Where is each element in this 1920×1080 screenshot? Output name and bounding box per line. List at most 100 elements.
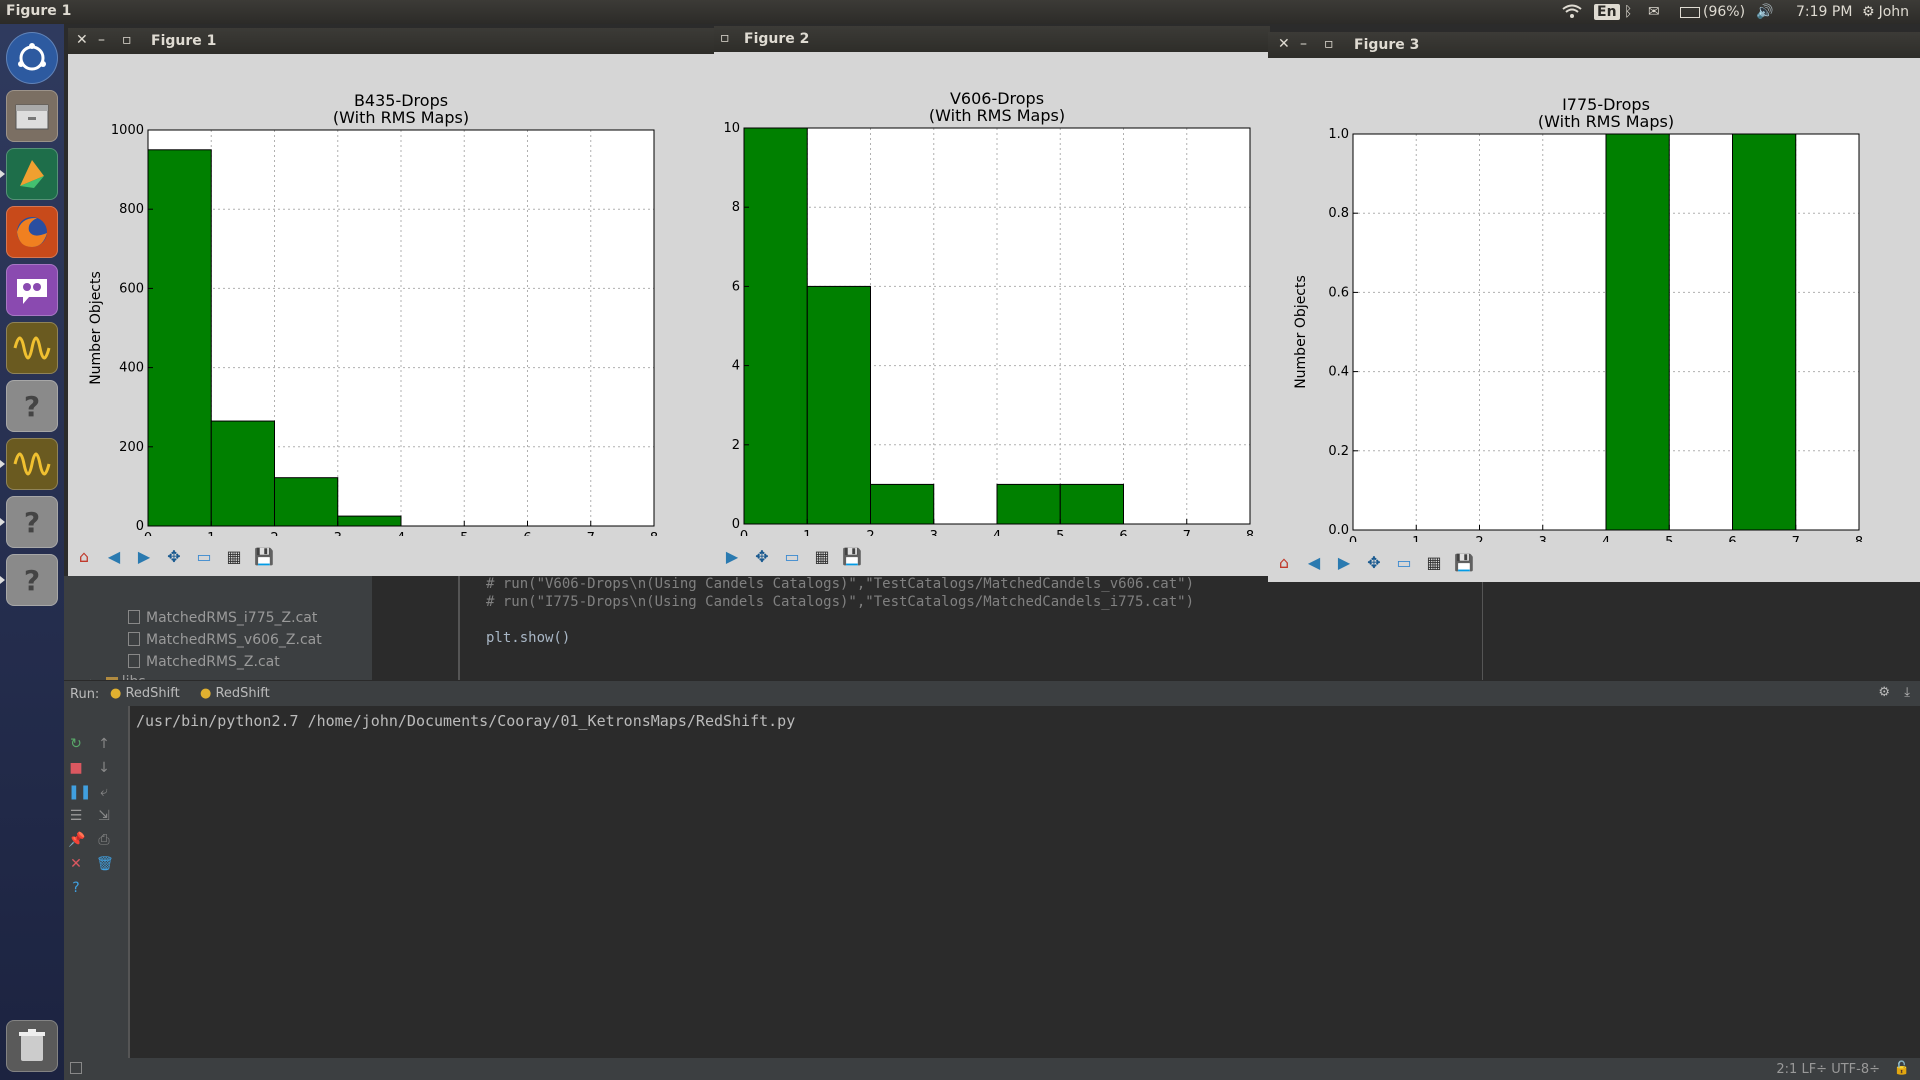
- code-editor[interactable]: # run("V606-Drops\n(Using Candels Catalo…: [372, 576, 1920, 692]
- arrow-up-icon[interactable]: ↑: [96, 736, 112, 752]
- trash-icon[interactable]: [6, 1020, 58, 1072]
- chart-subtitle: (With RMS Maps): [1538, 112, 1674, 131]
- scroll-to-end-icon[interactable]: ⇲: [96, 808, 112, 824]
- hide-panel-icon[interactable]: ⤓: [1904, 685, 1910, 700]
- home-icon[interactable]: ⌂: [72, 544, 96, 568]
- clear-all-icon[interactable]: 🗑: [96, 856, 114, 872]
- figure-window-3[interactable]: ✕ – ▫ Figure 3 0 1 2 3 4 5 6 7 8 0.0 0.2 0.4 0.6 0.8 1…: [1268, 32, 1920, 582]
- x-tick-label: 4: [1602, 535, 1610, 542]
- dash-icon[interactable]: [6, 32, 58, 84]
- x-tick-label: 5: [460, 531, 468, 536]
- zoom-icon[interactable]: ▭: [1392, 550, 1416, 574]
- y-axis-label: Number Objects: [88, 271, 104, 385]
- x-tick-label: 7: [1792, 535, 1800, 542]
- y-tick-label: 800: [119, 202, 144, 217]
- maximize-icon[interactable]: ▫: [720, 30, 730, 46]
- save-icon[interactable]: 💾: [840, 544, 864, 568]
- mail-icon[interactable]: ✉: [1648, 0, 1660, 24]
- unknown-app-icon[interactable]: ?: [6, 380, 58, 432]
- zoom-icon[interactable]: ▭: [192, 544, 216, 568]
- code-line: # run("V606-Drops\n(Using Candels Catalo…: [486, 576, 1195, 592]
- help-icon[interactable]: ?: [68, 880, 84, 896]
- x-tick-label: 8: [1855, 535, 1863, 542]
- session-menu[interactable]: ⚙ John: [1862, 0, 1909, 24]
- forward-icon[interactable]: ▶: [132, 544, 156, 568]
- minimize-icon[interactable]: –: [98, 32, 105, 48]
- unknown-app-icon-2[interactable]: ?: [0, 496, 58, 548]
- wifi-icon[interactable]: [1562, 0, 1582, 24]
- y-tick-label: 0: [732, 517, 740, 532]
- file-item[interactable]: MatchedRMS_v606_Z.cat: [128, 632, 322, 648]
- run-console[interactable]: /usr/bin/python2.7 /home/john/Documents/…: [128, 706, 1920, 1058]
- gear-icon[interactable]: ⚙: [1878, 685, 1890, 700]
- pidgin-icon[interactable]: [6, 264, 58, 316]
- firefox-icon[interactable]: [6, 206, 58, 258]
- lock-icon[interactable]: 🔓: [1894, 1061, 1910, 1076]
- project-panel: MatchedRMS_i775_Z.cat MatchedRMS_v606_Z.…: [64, 576, 372, 692]
- active-window-title: Figure 1: [6, 3, 72, 19]
- pan-icon[interactable]: ✥: [162, 544, 186, 568]
- x-tick-label: 7: [587, 531, 595, 536]
- save-icon[interactable]: 💾: [252, 544, 276, 568]
- y-axis-label: Number Objects: [1293, 275, 1309, 389]
- pan-icon[interactable]: ✥: [1362, 550, 1386, 574]
- run-tab[interactable]: ● RedShift: [104, 685, 186, 702]
- maximize-icon[interactable]: ▫: [1324, 36, 1334, 52]
- close-icon[interactable]: ✕: [76, 32, 88, 48]
- maximize-icon[interactable]: ▫: [122, 32, 132, 48]
- run-tool-bar: Run: ● RedShift ● RedShift ⚙ ⤓: [64, 680, 1920, 707]
- keyboard-layout-indicator[interactable]: En: [1594, 0, 1620, 24]
- arrow-down-icon[interactable]: ↓: [96, 760, 112, 776]
- battery-indicator[interactable]: (96%): [1680, 0, 1745, 24]
- pin-icon[interactable]: 📌: [68, 832, 85, 848]
- dump-threads-icon[interactable]: ☰: [68, 808, 84, 824]
- forward-icon[interactable]: ▶: [1332, 550, 1356, 574]
- x-tick-label: 0: [1349, 535, 1357, 542]
- print-icon[interactable]: ⎙: [96, 832, 112, 848]
- rerun-icon[interactable]: ↻: [68, 736, 84, 752]
- wave-app-icon[interactable]: [6, 322, 58, 374]
- configure-subplots-icon[interactable]: ▦: [1422, 550, 1446, 574]
- pan-icon[interactable]: ✥: [750, 544, 774, 568]
- histogram-bar: [337, 515, 402, 527]
- close-icon[interactable]: ✕: [68, 856, 84, 872]
- wave-app-icon-2[interactable]: [0, 438, 58, 490]
- histogram-bar: [996, 483, 1061, 525]
- pycharm-icon[interactable]: [0, 148, 58, 200]
- home-icon[interactable]: ⌂: [1272, 550, 1296, 574]
- histogram-bar: [1732, 133, 1797, 531]
- figure-window-2[interactable]: ▫ Figure 2 0123456780246810V606-Drops(Wi…: [714, 26, 1270, 576]
- y-tick-label: 4: [732, 359, 740, 374]
- figure-titlebar: ▫ Figure 2: [714, 26, 1270, 52]
- close-icon[interactable]: ✕: [1278, 36, 1290, 52]
- pause-icon[interactable]: ❚❚: [68, 784, 91, 800]
- toggle-tool-windows-icon[interactable]: [70, 1062, 82, 1074]
- unknown-app-icon-3[interactable]: ?: [0, 554, 58, 606]
- stop-icon[interactable]: ■: [68, 760, 84, 776]
- soft-wrap-icon[interactable]: ⤶: [96, 784, 112, 800]
- volume-icon[interactable]: 🔊: [1756, 0, 1773, 24]
- y-tick-label: 1.0: [1328, 127, 1349, 142]
- x-tick-label: 1: [1412, 535, 1420, 542]
- zoom-icon[interactable]: ▭: [780, 544, 804, 568]
- bluetooth-icon[interactable]: ᛒ: [1624, 0, 1632, 24]
- clock[interactable]: 7:19 PM: [1796, 0, 1852, 24]
- save-icon[interactable]: 💾: [1452, 550, 1476, 574]
- figure-toolbar: ⌂ ◀ ▶ ✥ ▭ ▦ 💾: [1268, 544, 1920, 580]
- files-icon[interactable]: [6, 90, 58, 142]
- run-label: Run:: [70, 687, 100, 702]
- y-tick-label: 8: [732, 200, 740, 215]
- right-margin-guide: [1482, 576, 1483, 692]
- back-icon[interactable]: ◀: [102, 544, 126, 568]
- figure-window-1[interactable]: ✕ – ▫ Figure 1 0 1 2 3 4 5 6 7 8 0 200 400 600 800 100…: [68, 28, 714, 576]
- minimize-icon[interactable]: –: [1300, 36, 1307, 52]
- file-item[interactable]: MatchedRMS_i775_Z.cat: [128, 610, 317, 626]
- back-icon[interactable]: ◀: [1302, 550, 1326, 574]
- histogram-bar: [147, 149, 212, 527]
- configure-subplots-icon[interactable]: ▦: [222, 544, 246, 568]
- run-tab[interactable]: ● RedShift: [194, 685, 276, 702]
- configure-subplots-icon[interactable]: ▦: [810, 544, 834, 568]
- battery-percent: (96%): [1703, 4, 1746, 20]
- file-item[interactable]: MatchedRMS_Z.cat: [128, 654, 280, 670]
- forward-icon[interactable]: ▶: [720, 544, 744, 568]
